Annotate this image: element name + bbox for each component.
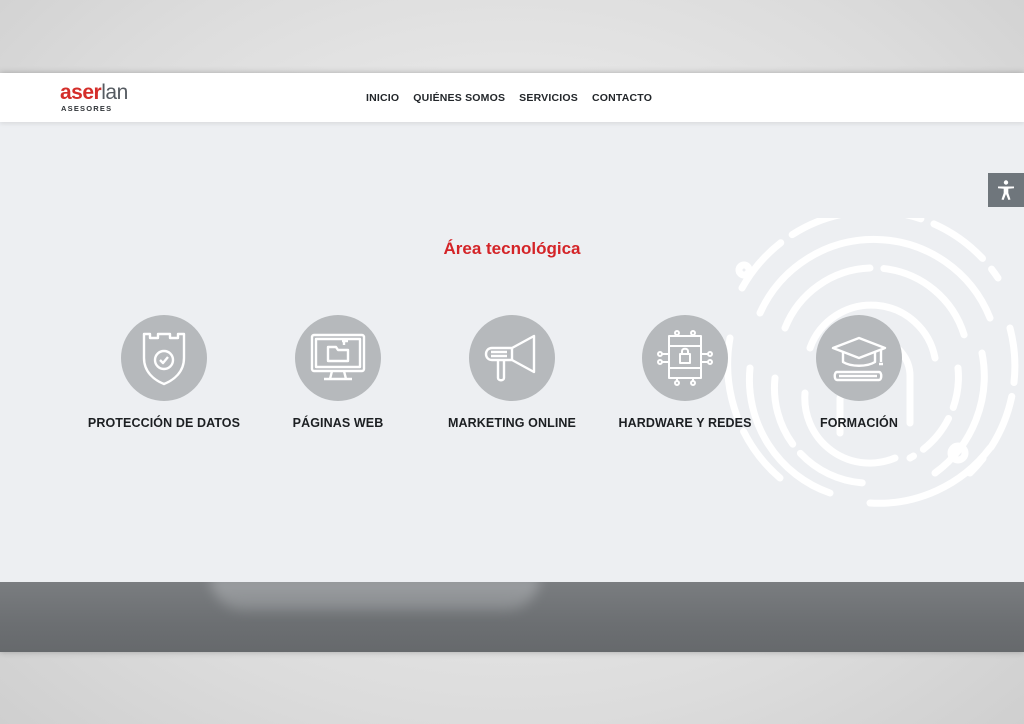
footer-image-band — [0, 582, 1024, 652]
blurred-device-photo — [210, 582, 540, 610]
nav-item-inicio[interactable]: INICIO — [366, 92, 399, 104]
logo-subtitle: ASESORES — [61, 104, 113, 113]
service-marketing-online[interactable]: MARKETING ONLINE — [427, 315, 597, 430]
logo-accent-text: lan — [101, 81, 128, 104]
network-lock-icon — [657, 330, 713, 386]
graduation-cap-icon — [831, 336, 887, 382]
service-icon-circle — [816, 315, 902, 401]
service-label: PROTECCIÓN DE DATOS — [87, 416, 241, 430]
nav-item-servicios[interactable]: SERVICIOS — [519, 92, 578, 104]
service-label: PÁGINAS WEB — [292, 416, 384, 430]
aserlan-logo[interactable]: aserlan ASESORES — [60, 81, 170, 117]
service-formacion[interactable]: FORMACIÓN — [774, 315, 944, 430]
service-icon-circle — [469, 315, 555, 401]
logo-wordmark: aserlan — [60, 81, 128, 105]
monitor-icon — [310, 333, 366, 381]
service-icon-circle — [642, 315, 728, 401]
main-nav: INICIO QUIÉNES SOMOS SERVICIOS CONTACTO — [366, 73, 666, 122]
shield-castle-icon — [142, 332, 186, 386]
accessibility-button[interactable] — [988, 173, 1024, 207]
service-hardware-redes[interactable]: HARDWARE Y REDES — [600, 315, 770, 430]
service-label: FORMACIÓN — [820, 416, 898, 430]
nav-item-quienes-somos[interactable]: QUIÉNES SOMOS — [413, 92, 505, 104]
service-paginas-web[interactable]: PÁGINAS WEB — [253, 315, 423, 430]
accessibility-icon — [998, 180, 1014, 200]
service-icon-circle — [295, 315, 381, 401]
section-title: Área tecnológica — [443, 239, 581, 258]
service-icon-circle — [121, 315, 207, 401]
service-label: MARKETING ONLINE — [448, 416, 576, 430]
website-page: aserlan ASESORES INICIO QUIÉNES SOMOS SE… — [0, 73, 1024, 652]
logo-main-text: aser — [60, 81, 102, 104]
service-label: HARDWARE Y REDES — [618, 416, 752, 430]
megaphone-icon — [484, 334, 536, 382]
site-header: aserlan ASESORES INICIO QUIÉNES SOMOS SE… — [0, 73, 1024, 122]
service-proteccion-datos[interactable]: PROTECCIÓN DE DATOS — [79, 315, 249, 430]
nav-item-contacto[interactable]: CONTACTO — [592, 92, 652, 104]
